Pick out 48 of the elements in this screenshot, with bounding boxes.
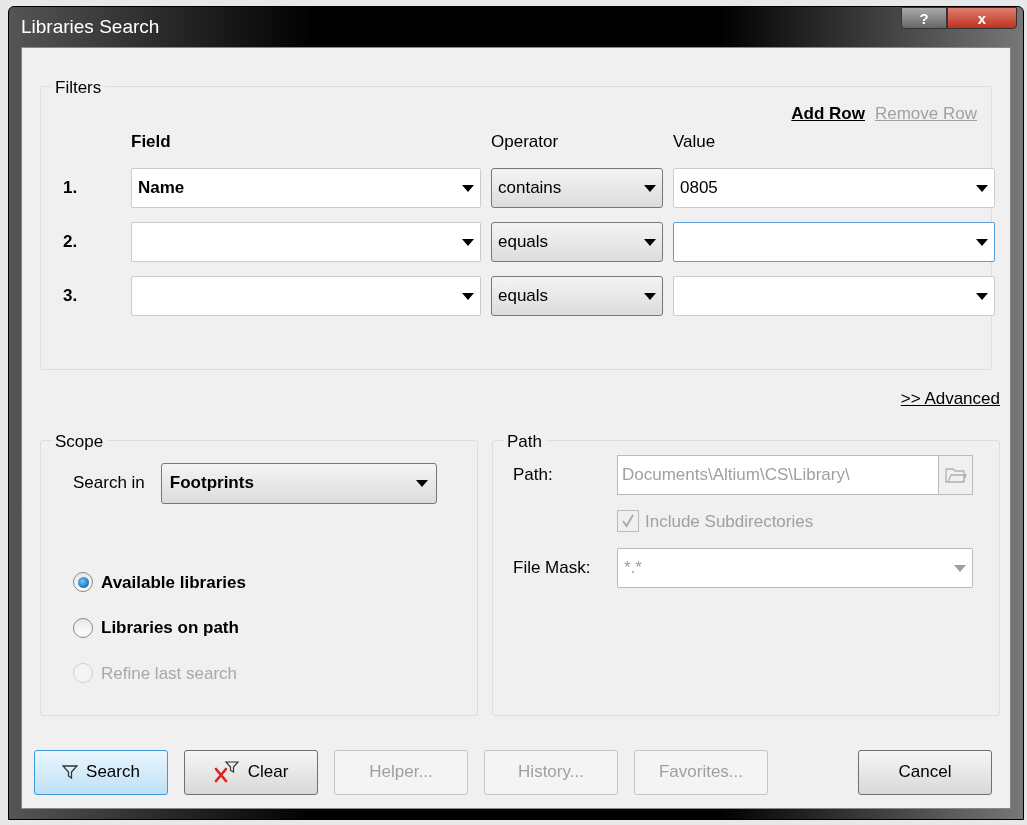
- radio-label: Libraries on path: [101, 617, 239, 639]
- dialog-button[interactable]: Clear: [184, 749, 318, 795]
- operator-dropdown[interactable]: equals: [491, 222, 663, 262]
- checkbox-label: Include Subdirectories: [645, 510, 814, 533]
- radio-button[interactable]: [73, 617, 93, 638]
- value-dropdown[interactable]: 0805: [673, 168, 995, 208]
- column-header: Operator: [491, 130, 560, 153]
- column-header: Value: [673, 130, 717, 153]
- file-mask-label: File Mask:: [513, 557, 592, 580]
- caret-icon: [462, 184, 474, 192]
- caret-icon: [976, 238, 988, 246]
- caret-icon: [415, 479, 428, 487]
- column-header: Field: [131, 130, 172, 153]
- clear-filter-icon: [213, 761, 240, 783]
- value-dropdown[interactable]: [673, 276, 995, 316]
- operator-dropdown[interactable]: contains: [491, 168, 663, 208]
- caret-icon: [976, 292, 988, 300]
- filter-icon: [62, 764, 79, 780]
- caret-icon: [462, 238, 474, 246]
- field-dropdown[interactable]: [131, 276, 481, 316]
- field-dropdown[interactable]: Name: [131, 168, 481, 208]
- dialog-button[interactable]: Cancel: [858, 749, 992, 795]
- search-in-dropdown[interactable]: Footprints: [160, 462, 437, 504]
- caret-icon: [644, 184, 656, 192]
- caret-icon: [644, 238, 656, 246]
- folder-icon: [944, 465, 967, 484]
- close-button[interactable]: x: [947, 7, 1017, 29]
- window-title: Libraries Search: [21, 14, 160, 39]
- caret-icon: [462, 292, 474, 300]
- path-label: Path:: [513, 463, 554, 486]
- operator-dropdown[interactable]: equals: [491, 276, 663, 316]
- dialog-button[interactable]: Search: [34, 749, 168, 795]
- caret-icon: [644, 292, 656, 300]
- radio-label: Refine last search: [101, 662, 238, 685]
- value-dropdown[interactable]: [673, 222, 995, 262]
- radio-label: Available libraries: [101, 571, 246, 594]
- row-number: 2.: [62, 231, 79, 254]
- row-number: 3.: [62, 285, 79, 308]
- field-dropdown[interactable]: [131, 222, 481, 262]
- add-row-link[interactable]: Add Row: [791, 101, 865, 127]
- radio-button[interactable]: [73, 572, 93, 593]
- browse-button[interactable]: [938, 455, 972, 494]
- caret-icon: [954, 564, 966, 572]
- check-icon: [621, 514, 635, 529]
- row-number: 1.: [62, 177, 79, 200]
- advanced-link[interactable]: >> Advanced: [900, 386, 1000, 412]
- search-in-label: Search in: [73, 472, 145, 495]
- caret-icon: [976, 184, 988, 192]
